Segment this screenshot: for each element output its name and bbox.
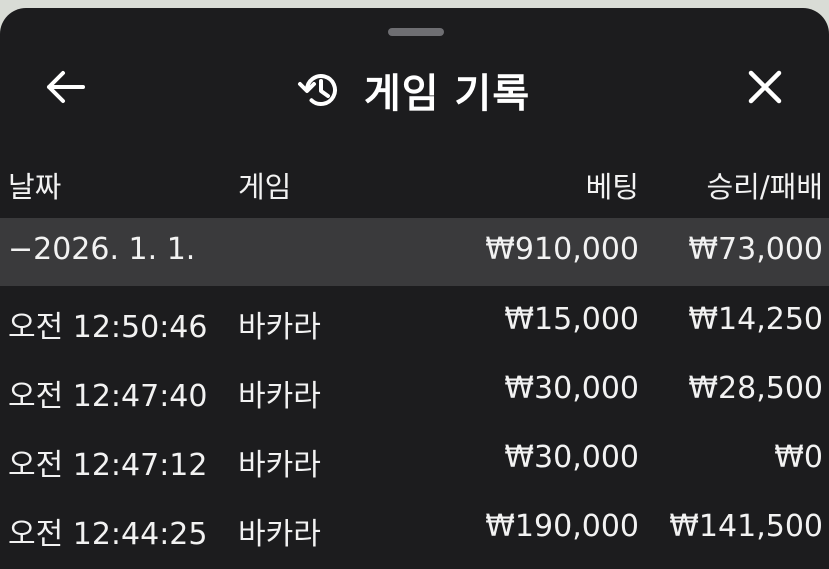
group-bet-total: ₩910,000 — [485, 232, 639, 267]
row-time: 오전 12:50:46 — [8, 310, 208, 345]
date-group-row[interactable]: −2026. 1. 1. ₩910,000 ₩73,000 — [0, 218, 829, 286]
drag-handle[interactable] — [388, 28, 444, 36]
table-row[interactable]: 오전 12:50:46 바카라 ₩15,000 ₩14,250 — [0, 288, 829, 357]
table-row[interactable]: 오전 12:47:12 바카라 ₩30,000 ₩0 — [0, 426, 829, 495]
column-header-result[interactable]: 승리/패배 — [707, 164, 824, 206]
close-button[interactable] — [740, 64, 790, 114]
row-result: ₩14,250 — [688, 302, 823, 337]
column-header-game[interactable]: 게임 — [238, 164, 291, 206]
row-game: 바카라 — [238, 379, 321, 414]
table-row[interactable]: 오전 12:47:40 바카라 ₩30,000 ₩28,500 — [0, 357, 829, 426]
table-row[interactable]: 오전 12:44:25 바카라 ₩190,000 ₩141,500 — [0, 495, 829, 564]
row-time: 오전 12:47:12 — [8, 448, 208, 483]
table-header: 날짜 게임 베팅 승리/패배 — [0, 158, 829, 208]
row-bet: ₩15,000 — [504, 302, 639, 337]
row-result: ₩28,500 — [688, 371, 823, 406]
row-game: 바카라 — [238, 517, 321, 552]
column-header-bet[interactable]: 베팅 — [586, 164, 639, 206]
row-bet: ₩30,000 — [504, 371, 639, 406]
row-bet: ₩30,000 — [504, 440, 639, 475]
game-history-sheet: 게임 기록 날짜 게임 베팅 승리/패배 −2026. 1. 1. ₩910,0… — [0, 8, 829, 569]
row-time: 오전 12:47:40 — [8, 379, 208, 414]
history-list: 오전 12:50:46 바카라 ₩15,000 ₩14,250 오전 12:47… — [0, 288, 829, 564]
group-result-total: ₩73,000 — [688, 232, 823, 267]
row-result: ₩141,500 — [669, 509, 823, 544]
row-game: 바카라 — [238, 310, 321, 345]
row-result: ₩0 — [774, 440, 823, 475]
row-bet: ₩190,000 — [485, 509, 639, 544]
sheet-title-group: 게임 기록 — [296, 62, 530, 118]
close-icon — [747, 69, 783, 109]
back-button[interactable] — [40, 64, 90, 114]
history-icon — [296, 67, 342, 113]
row-game: 바카라 — [238, 448, 321, 483]
sheet-header: 게임 기록 — [0, 48, 829, 120]
arrow-left-icon — [45, 70, 85, 108]
page-title: 게임 기록 — [364, 71, 531, 117]
group-date: −2026. 1. 1. — [8, 232, 196, 267]
row-time: 오전 12:44:25 — [8, 517, 208, 552]
column-header-date[interactable]: 날짜 — [8, 164, 61, 206]
